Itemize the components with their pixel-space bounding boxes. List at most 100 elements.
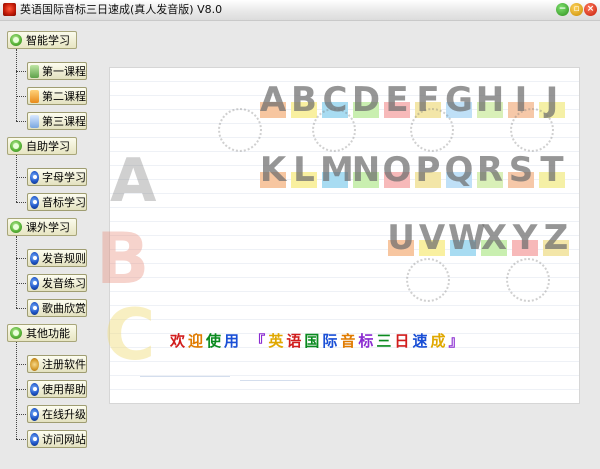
disc-icon	[30, 195, 39, 209]
sidebar-item-4-3[interactable]: 在线升级	[27, 405, 87, 423]
alphabet-letter: K	[258, 150, 287, 190]
sidebar-item-3-1[interactable]: 发音规则	[27, 249, 87, 267]
welcome-prefix: 欢迎使用	[170, 332, 242, 350]
tree-branch	[16, 283, 26, 284]
sidebar-item-1-1[interactable]: 第一课程	[27, 62, 87, 80]
tree-connector	[16, 236, 17, 308]
alphabet-letter: W	[448, 218, 486, 258]
letter-glyph: N	[351, 150, 381, 190]
disc-icon	[30, 407, 39, 421]
letter-glyph: Q	[444, 150, 474, 190]
alphabet-letter: Y	[510, 218, 538, 258]
window-title: 英语国际音标三日速成(真人发音版) V8.0	[20, 3, 223, 16]
tree-branch	[16, 308, 26, 309]
letter-glyph: E	[385, 80, 409, 120]
welcome-char: 迎	[188, 332, 207, 350]
sidebar-item-3-2[interactable]: 发音练习	[27, 274, 87, 292]
letter-glyph: G	[445, 80, 473, 120]
sidebar-item-1-2[interactable]: 第二课程	[27, 87, 87, 105]
clock-decoration	[312, 108, 356, 152]
tree-branch	[16, 364, 26, 365]
sidebar-item-4-2[interactable]: 使用帮助	[27, 380, 87, 398]
alphabet-letter: A	[258, 80, 286, 120]
alphabet-letter: O	[382, 150, 412, 190]
disc-icon	[30, 251, 39, 265]
letter-glyph: U	[387, 218, 415, 258]
sidebar-group-1[interactable]: 智能学习	[7, 31, 77, 49]
welcome-banner: A B C ABCDEFGHIJ KLMNOPQRST UVWXYZ 欢迎使用 …	[96, 67, 580, 404]
sidebar-item-label: 第二课程	[42, 90, 86, 103]
sidebar-item-4-1[interactable]: 注册软件	[27, 355, 87, 373]
letter-glyph: S	[508, 150, 534, 190]
disc-icon	[30, 301, 39, 315]
sidebar-group-label: 智能学习	[26, 34, 70, 47]
sidebar-item-1-3[interactable]: 第三课程	[27, 112, 87, 130]
group-toggle-icon	[10, 140, 22, 152]
sidebar-item-label: 第三课程	[42, 115, 86, 128]
welcome-char: 使	[206, 332, 225, 350]
group-toggle-icon	[10, 34, 22, 46]
maximize-button[interactable]: ▫	[570, 3, 583, 16]
sidebar-group-2[interactable]: 自助学习	[7, 137, 77, 155]
close-button[interactable]: ×	[584, 3, 597, 16]
alphabet-letter: S	[506, 150, 534, 190]
clock-decoration	[218, 108, 262, 152]
alphabet-row-2: KLMNOPQRST	[258, 150, 568, 190]
sidebar-group-3[interactable]: 课外学习	[7, 218, 77, 236]
letter-glyph: T	[540, 150, 564, 190]
alphabet-letter: Z	[541, 218, 569, 258]
letter-glyph: M	[320, 150, 354, 190]
letter-glyph: W	[448, 218, 486, 258]
alphabet-letter: N	[351, 150, 381, 190]
sidebar-item-4-4[interactable]: 访问网站	[27, 430, 87, 448]
alphabet-letter: R	[475, 150, 504, 190]
deco-letter-b: B	[96, 218, 150, 300]
welcome-char: 成	[430, 332, 449, 350]
tree-branch	[16, 258, 26, 259]
sidebar-item-3-3[interactable]: 歌曲欣赏	[27, 299, 87, 317]
disc-icon	[30, 382, 39, 396]
alphabet-letter: X	[479, 218, 507, 258]
deco-letter-c: C	[104, 294, 156, 376]
sidebar-item-label: 访问网站	[42, 433, 86, 446]
tree-branch	[16, 71, 26, 72]
sidebar-item-label: 第一课程	[42, 65, 86, 78]
app-logo-icon	[3, 3, 16, 16]
sidebar-group-label: 课外学习	[26, 221, 70, 234]
minimize-button[interactable]: −	[556, 3, 569, 16]
welcome-char: 日	[394, 332, 413, 350]
sidebar-item-label: 音标学习	[42, 196, 86, 209]
alphabet-letter: E	[382, 80, 410, 120]
welcome-char: 国	[304, 332, 323, 350]
welcome-message: 欢迎使用 『英语国际音标三日速成』	[170, 330, 466, 351]
sidebar-item-label: 在线升级	[42, 408, 86, 421]
sidebar-group-label: 自助学习	[26, 140, 70, 153]
alphabet-letter: U	[386, 218, 415, 258]
sidebar-item-label: 歌曲欣赏	[42, 302, 86, 315]
sidebar-group-4[interactable]: 其他功能	[7, 324, 77, 342]
sidebar-item-label: 发音规则	[42, 252, 86, 265]
welcome-char: 欢	[170, 332, 189, 350]
disc-icon	[30, 276, 39, 290]
letter-glyph: L	[293, 150, 315, 190]
welcome-char: 』	[448, 332, 467, 350]
welcome-char: 速	[412, 332, 431, 350]
letter-glyph: R	[476, 150, 504, 190]
welcome-char: 语	[286, 332, 305, 350]
welcome-char: 『	[250, 332, 269, 350]
tree-branch	[16, 202, 26, 203]
alphabet-letter: V	[417, 218, 445, 258]
letter-glyph: K	[259, 150, 287, 190]
gear-icon	[30, 357, 39, 371]
welcome-title: 『英语国际音标三日速成』	[250, 332, 466, 350]
sidebar-item-2-2[interactable]: 音标学习	[27, 193, 87, 211]
letter-glyph: B	[291, 80, 317, 120]
letter-glyph: Z	[543, 218, 569, 258]
tree-branch	[16, 414, 26, 415]
sidebar-nav: 智能学习第一课程第二课程第三课程自助学习字母学习音标学习课外学习发音规则发音练习…	[0, 21, 108, 469]
alphabet-letter: B	[289, 80, 317, 120]
letter-glyph: H	[475, 80, 505, 120]
sidebar-item-label: 字母学习	[42, 171, 86, 184]
group-toggle-icon	[10, 221, 22, 233]
sidebar-item-2-1[interactable]: 字母学习	[27, 168, 87, 186]
